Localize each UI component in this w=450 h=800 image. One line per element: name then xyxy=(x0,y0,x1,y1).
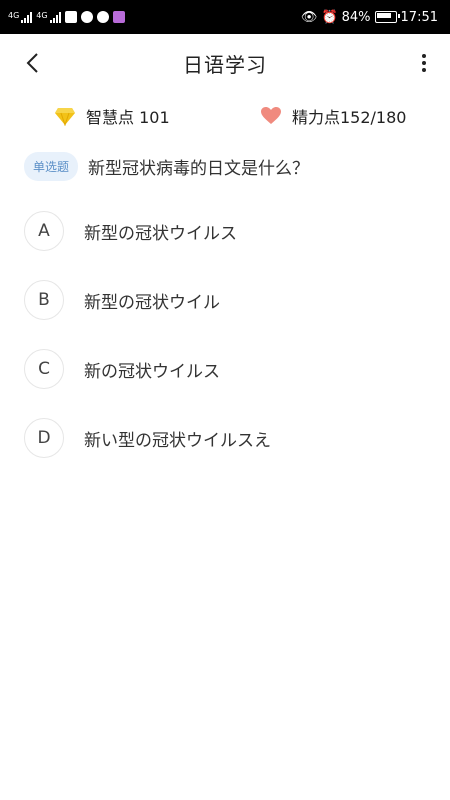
app-notification-icon xyxy=(96,11,109,23)
wisdom-points: 智慧点 101 xyxy=(54,104,170,128)
network-type-label: 4G xyxy=(8,11,20,20)
tiktok-icon xyxy=(64,11,77,23)
more-menu-button[interactable] xyxy=(414,49,434,77)
signal-icon: 4G xyxy=(8,11,33,23)
back-button[interactable] xyxy=(18,49,46,77)
option-text: 新型の冠状ウイル xyxy=(84,292,220,313)
page-title: 日语学习 xyxy=(183,52,267,77)
option-letter: A xyxy=(24,211,64,251)
option-letter: C xyxy=(24,349,64,389)
option-b[interactable]: B 新型の冠状ウイル xyxy=(24,280,220,320)
option-text: 新い型の冠状ウイルスえ xyxy=(84,430,271,451)
chevron-left-icon xyxy=(26,53,38,73)
eye-icon: 👁 xyxy=(300,9,318,25)
app-notification-icon xyxy=(112,11,125,23)
status-right: 👁 ⏰ 84% 17:51 xyxy=(301,10,438,25)
clock: 17:51 xyxy=(400,9,438,25)
app-header: 日语学习 xyxy=(0,34,450,92)
stats-bar: 智慧点 101 精力点152/180 xyxy=(0,104,450,134)
chat-icon xyxy=(80,11,93,23)
wisdom-points-label: 智慧点 101 xyxy=(86,108,170,127)
option-letter: B xyxy=(24,280,64,320)
option-a[interactable]: A 新型の冠状ウイルス xyxy=(24,211,237,251)
heart-icon xyxy=(260,105,282,127)
energy-points-label: 精力点152/180 xyxy=(292,108,407,127)
question-type-badge: 单选题 xyxy=(24,152,79,181)
more-dot xyxy=(422,68,426,72)
signal-icon: 4G xyxy=(36,11,61,23)
question: 单选题 新型冠状病毒的日文是什么？ xyxy=(24,152,309,181)
option-c[interactable]: C 新の冠状ウイルス xyxy=(24,349,220,389)
status-left: 4G 4G xyxy=(8,11,125,23)
option-d[interactable]: D 新い型の冠状ウイルスえ xyxy=(24,418,271,458)
option-text: 新型の冠状ウイルス xyxy=(84,223,237,244)
battery-icon xyxy=(374,11,400,23)
question-text: 新型冠状病毒的日文是什么？ xyxy=(88,159,310,179)
more-dot xyxy=(422,61,426,65)
battery-percent: 84% xyxy=(341,9,371,25)
more-dot xyxy=(422,54,426,58)
alarm-icon: ⏰ xyxy=(321,9,338,25)
energy-points: 精力点152/180 xyxy=(260,104,406,128)
option-text: 新の冠状ウイルス xyxy=(84,361,220,382)
option-letter: D xyxy=(24,418,64,458)
status-bar: 4G 4G 👁 ⏰ 84% 17:51 xyxy=(0,0,450,34)
diamond-icon xyxy=(54,105,76,127)
network-type-label: 4G xyxy=(36,11,48,20)
